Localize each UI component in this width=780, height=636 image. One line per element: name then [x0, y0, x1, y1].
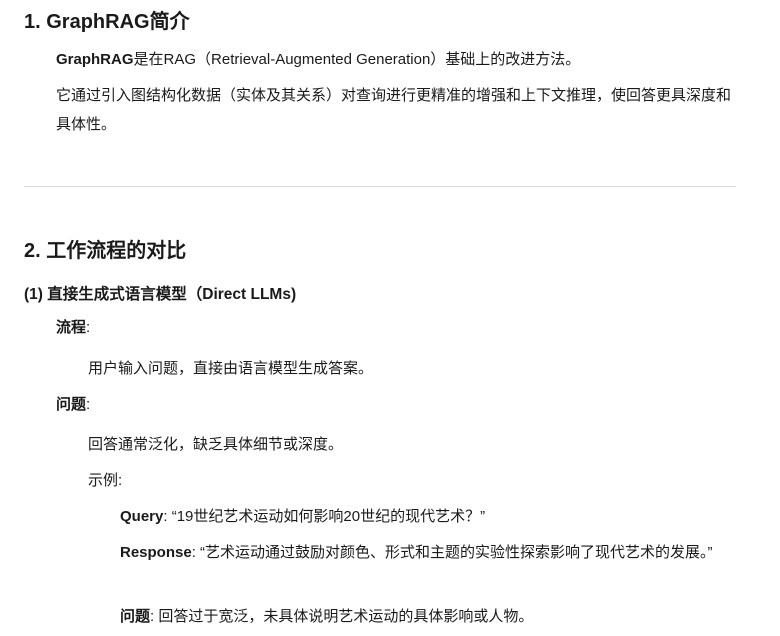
example-label: 示例	[88, 472, 119, 489]
response-colon: :	[191, 544, 201, 561]
subsection1-heading: (1) 直接生成式语言模型（Direct LLMs)	[24, 286, 297, 303]
process-label-line: 流程:	[56, 313, 736, 342]
problem-text: 回答通常泛化，缺乏具体细节或深度。	[88, 436, 344, 453]
problem-label-line: 问题:	[56, 390, 736, 419]
example-colon: :	[118, 472, 123, 489]
description-paragraph: 它通过引入图结构化数据（实体及其关系）对查询进行更精准的增强和上下文推理，使回答…	[56, 87, 732, 133]
query-colon: :	[163, 508, 172, 525]
issue-text: 回答过于宽泛，未具体说明艺术运动的具体影响或人物。	[158, 608, 534, 625]
problem-label: 问题	[56, 396, 87, 413]
intro-paragraph: GraphRAG是在RAG（Retrieval-Augmented Genera…	[56, 45, 736, 74]
response-line: Response: “艺术运动通过鼓励对颜色、形式和主题的实验性探索影响了现代艺…	[120, 538, 732, 567]
query-text: “19世纪艺术运动如何影响20世纪的现代艺术？”	[171, 508, 486, 525]
section1-heading: 1. GraphRAG简介	[24, 11, 190, 33]
process-label: 流程	[56, 319, 87, 336]
section-divider	[24, 186, 736, 187]
issue-label: 问题	[120, 608, 151, 625]
issue-line: 问题: 回答过于宽泛，未具体说明艺术运动的具体影响或人物。	[120, 602, 732, 631]
intro-bold-term: GraphRAG	[56, 51, 134, 68]
query-label: Query	[120, 508, 164, 525]
intro-text: 是在RAG（Retrieval-Augmented Generation）基础上…	[133, 51, 581, 68]
process-colon: :	[86, 319, 91, 336]
response-label: Response	[120, 544, 192, 561]
section2-heading: 2. 工作流程的对比	[24, 240, 187, 262]
problem-colon: :	[86, 396, 91, 413]
example-label-line: 示例:	[88, 466, 738, 495]
process-text: 用户输入问题，直接由语言模型生成答案。	[88, 360, 374, 377]
response-text: “艺术运动通过鼓励对颜色、形式和主题的实验性探索影响了现代艺术的发展。”	[200, 544, 713, 561]
query-line: Query: “19世纪艺术运动如何影响20世纪的现代艺术？”	[120, 502, 732, 531]
